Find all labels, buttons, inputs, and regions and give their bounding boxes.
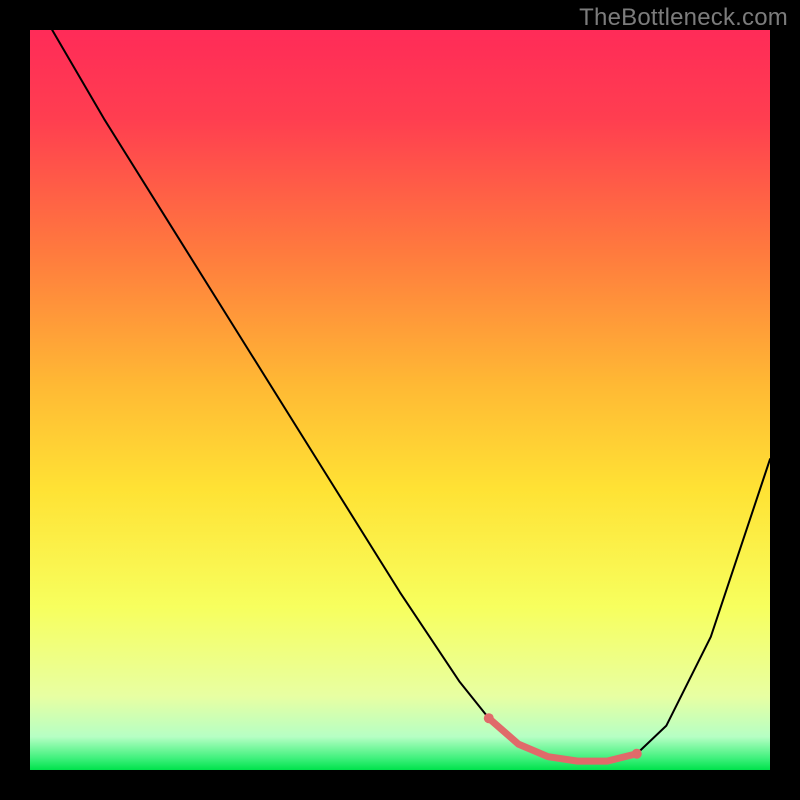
optimal-start bbox=[484, 713, 494, 723]
plot-area bbox=[30, 30, 770, 770]
gradient-background bbox=[30, 30, 770, 770]
chart-frame: TheBottleneck.com bbox=[0, 0, 800, 800]
chart-svg bbox=[30, 30, 770, 770]
optimal-end bbox=[632, 749, 642, 759]
watermark-text: TheBottleneck.com bbox=[579, 4, 788, 32]
